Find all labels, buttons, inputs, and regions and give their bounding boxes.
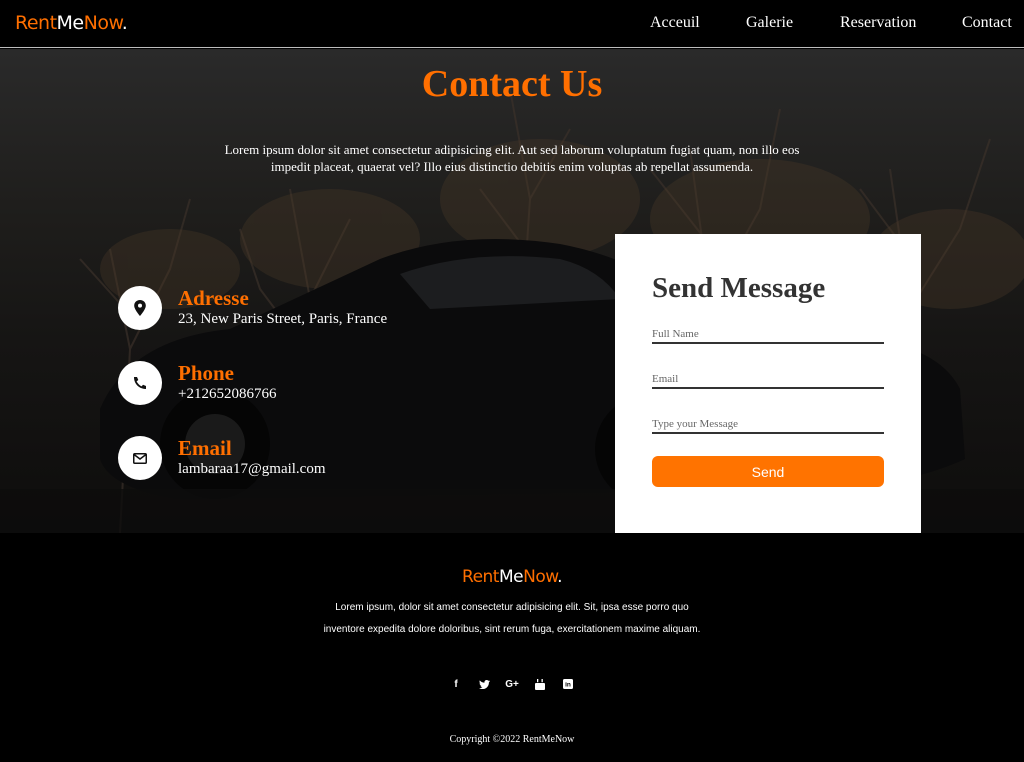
send-button[interactable]: Send [652, 456, 884, 487]
brand-logo[interactable]: RentMeNow. [15, 12, 128, 34]
contact-hero: Contact Us Lorem ipsum dolor sit amet co… [0, 49, 1024, 533]
footer-logo-part-me: Me [498, 567, 524, 587]
brand-logo-part-me: Me [56, 12, 85, 34]
map-pin-icon [118, 286, 162, 330]
email-field-wrapper [652, 365, 884, 389]
social-links: f G+ in [0, 677, 1024, 691]
copyright-text: Copyright ©2022 RentMeNow [449, 734, 575, 745]
full-name-field-wrapper [652, 320, 884, 344]
brand-logo-part-rent: Rent [15, 12, 57, 34]
contact-form: Send Message Send [615, 234, 921, 533]
address-label: Adresse [178, 286, 249, 310]
nav-link-acceuil[interactable]: Acceuil [650, 14, 700, 32]
email-input[interactable] [652, 365, 884, 387]
svg-text:in: in [565, 682, 571, 689]
linkedin-icon[interactable]: in [561, 677, 575, 691]
message-field-wrapper [652, 410, 884, 434]
nav-link-galerie[interactable]: Galerie [746, 14, 793, 32]
full-name-input[interactable] [652, 320, 884, 342]
nav-link-contact[interactable]: Contact [962, 14, 1012, 32]
twitter-icon[interactable] [477, 677, 491, 691]
message-input[interactable] [652, 410, 884, 432]
nav-link-reservation[interactable]: Reservation [840, 14, 916, 32]
brand-logo-dot: . [121, 12, 128, 34]
footer-brand-logo[interactable]: RentMeNow. [0, 567, 1024, 587]
facebook-icon[interactable]: f [449, 677, 463, 691]
hero-description: Lorem ipsum dolor sit amet consectetur a… [224, 142, 800, 174]
form-title: Send Message [652, 272, 826, 304]
footer-logo-dot: . [557, 567, 562, 587]
brand-logo-part-now: Now [83, 12, 123, 34]
envelope-icon [118, 436, 162, 480]
address-value: 23, New Paris Street, Paris, France [178, 311, 388, 327]
email-value: lambaraa17@gmail.com [178, 461, 326, 477]
phone-value: +212652086766 [178, 386, 277, 402]
phone-icon [118, 361, 162, 405]
footer: RentMeNow. Lorem ipsum, dolor sit amet c… [0, 533, 1024, 762]
youtube-icon[interactable] [533, 677, 547, 691]
footer-logo-part-now: Now [523, 567, 558, 587]
google-plus-icon[interactable]: G+ [505, 677, 519, 691]
navbar: RentMeNow. Acceuil Galerie Reservation C… [0, 0, 1024, 48]
footer-logo-part-rent: Rent [462, 567, 499, 587]
footer-description: Lorem ipsum, dolor sit amet consectetur … [323, 602, 701, 635]
email-label: Email [178, 436, 232, 460]
page-title: Contact Us [421, 63, 603, 105]
phone-label: Phone [178, 361, 235, 385]
